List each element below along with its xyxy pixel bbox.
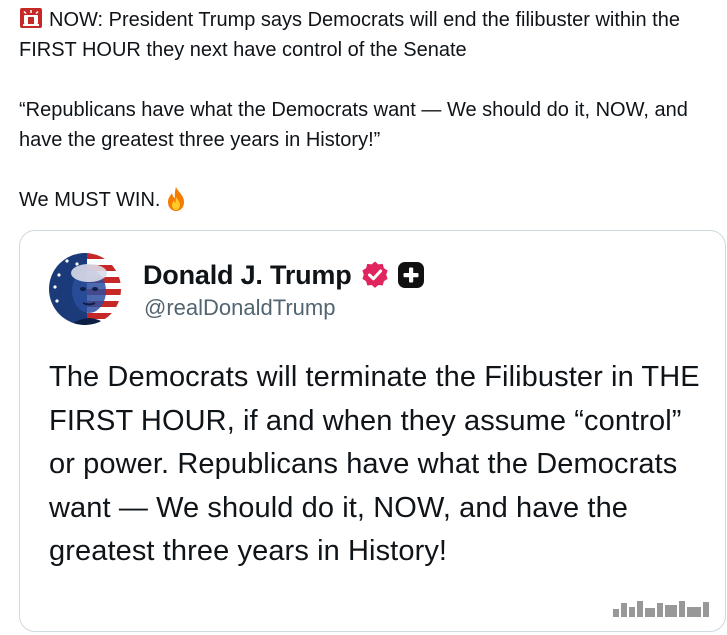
tweet-text: NOW: President Trump says Democrats will… (19, 5, 719, 215)
tweet-closing: We MUST WIN. (19, 189, 161, 211)
author-name[interactable]: Donald J. Trump (143, 260, 352, 291)
plus-badge-icon (396, 260, 426, 290)
siren-icon (19, 7, 43, 29)
quoted-post-card[interactable]: Donald J. Trump @realDonaldTrump The Dem… (19, 230, 726, 632)
tweet-closing-line: We MUST WIN. (19, 185, 719, 215)
author-handle[interactable]: @realDonaldTrump (144, 295, 335, 321)
tweet-line-1: NOW: President Trump says Democrats will… (19, 5, 719, 65)
quoted-post-body: The Democrats will terminate the Filibus… (49, 361, 700, 567)
tweet-headline: NOW: President Trump says Democrats will… (19, 9, 680, 61)
author-name-row: Donald J. Trump (143, 258, 426, 292)
tweet-quote: “Republicans have what the Democrats wan… (19, 99, 688, 151)
avatar[interactable] (49, 253, 121, 325)
fire-icon (164, 186, 188, 212)
watermark (613, 601, 709, 617)
verified-badge-icon (360, 260, 390, 290)
